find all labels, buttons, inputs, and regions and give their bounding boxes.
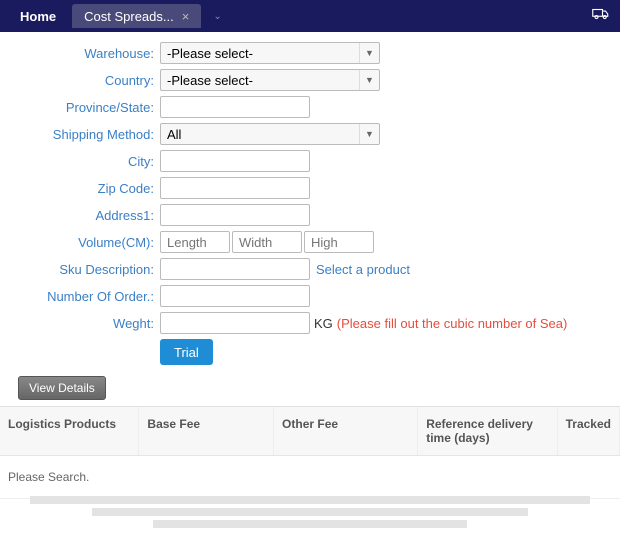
width-input[interactable] bbox=[232, 231, 302, 253]
chevron-down-icon[interactable]: ⌄ bbox=[213, 11, 221, 22]
col-tracked: Tracked bbox=[558, 407, 620, 455]
col-base-fee: Base Fee bbox=[139, 407, 274, 455]
tab-home[interactable]: Home bbox=[8, 4, 68, 28]
placeholder-bar bbox=[153, 520, 467, 528]
tab-cost-spreads[interactable]: Cost Spreads... × bbox=[72, 4, 201, 28]
label-zip: Zip Code bbox=[10, 181, 160, 196]
select-product-link[interactable]: Select a product bbox=[316, 262, 410, 277]
bottom-placeholder bbox=[0, 492, 620, 532]
form-area: Warehouse -Please select- ▼ Country -Ple… bbox=[0, 32, 620, 406]
kg-unit: KG bbox=[314, 316, 333, 331]
results-table: Logistics Products Base Fee Other Fee Re… bbox=[0, 406, 620, 499]
label-city: City bbox=[10, 154, 160, 169]
label-shipping: Shipping Method bbox=[10, 127, 160, 142]
label-weight: Weght bbox=[10, 316, 160, 331]
placeholder-bar bbox=[30, 496, 590, 504]
close-icon[interactable]: × bbox=[182, 9, 190, 24]
warehouse-select[interactable]: -Please select- bbox=[160, 42, 380, 64]
table-header-row: Logistics Products Base Fee Other Fee Re… bbox=[0, 407, 620, 456]
view-details-button[interactable]: View Details bbox=[18, 376, 106, 400]
trial-button[interactable]: Trial bbox=[160, 339, 213, 365]
country-select[interactable]: -Please select- bbox=[160, 69, 380, 91]
city-input[interactable] bbox=[160, 150, 310, 172]
placeholder-bar bbox=[92, 508, 529, 516]
label-country: Country bbox=[10, 73, 160, 88]
label-volume: Volume(CM) bbox=[10, 235, 160, 250]
weight-input[interactable] bbox=[160, 312, 310, 334]
shipping-method-select[interactable]: All bbox=[160, 123, 380, 145]
province-input[interactable] bbox=[160, 96, 310, 118]
col-reference-time: Reference delivery time (days) bbox=[418, 407, 557, 455]
high-input[interactable] bbox=[304, 231, 374, 253]
length-input[interactable] bbox=[160, 231, 230, 253]
top-navigation: Home Cost Spreads... × ⌄ bbox=[0, 0, 620, 32]
label-warehouse: Warehouse bbox=[10, 46, 160, 61]
address1-input[interactable] bbox=[160, 204, 310, 226]
weight-note: (Please fill out the cubic number of Sea… bbox=[337, 316, 568, 331]
label-address1: Address1 bbox=[10, 208, 160, 223]
label-province: Province/State bbox=[10, 100, 160, 115]
col-logistics: Logistics Products bbox=[0, 407, 139, 455]
zip-input[interactable] bbox=[160, 177, 310, 199]
orders-input[interactable] bbox=[160, 285, 310, 307]
col-other-fee: Other Fee bbox=[274, 407, 418, 455]
truck-icon[interactable] bbox=[592, 8, 610, 22]
tab-label: Cost Spreads... bbox=[84, 9, 174, 24]
label-sku: Sku Description bbox=[10, 262, 160, 277]
sku-input[interactable] bbox=[160, 258, 310, 280]
label-orders: Number Of Order. bbox=[10, 289, 160, 304]
